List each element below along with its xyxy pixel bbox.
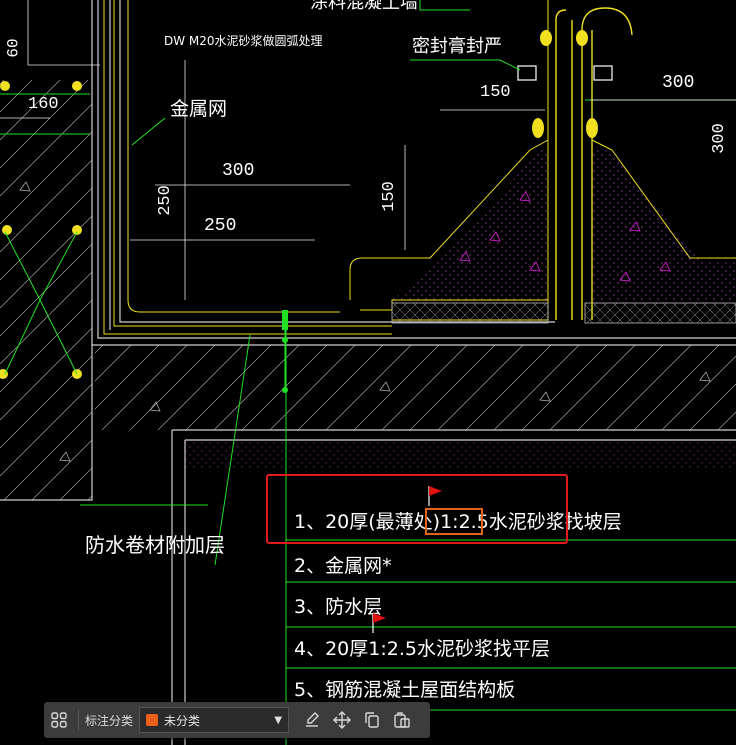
- category-label: 标注分类: [85, 713, 134, 728]
- inner-selection-box[interactable]: [425, 508, 483, 535]
- selection-highlight-box[interactable]: [266, 474, 568, 544]
- screed-fill: [392, 150, 548, 300]
- label-top-partial: 涂料混凝土墙: [310, 0, 418, 13]
- note-2[interactable]: 2、金属网*: [294, 557, 392, 576]
- annotation-toolbar: 标注分类 未分类 ▼: [44, 702, 430, 738]
- insulation-board: [391, 302, 549, 324]
- insulation-board-right: [584, 302, 736, 324]
- dim-300v: 300: [709, 123, 729, 154]
- dim-60: 60: [4, 38, 23, 58]
- label-waterproof-add-layer: 防水卷材附加层: [85, 533, 225, 557]
- toolbar-divider: [78, 709, 79, 731]
- category-color-swatch: [146, 714, 159, 726]
- label-metal-mesh: 金属网: [170, 98, 228, 120]
- note-4[interactable]: 4、20厚1:2.5水泥砂浆找平层: [294, 640, 550, 659]
- edit-icon[interactable]: [297, 705, 327, 735]
- thin-screed-band: [185, 440, 736, 470]
- dim-160: 160: [28, 95, 59, 114]
- dim-150a: 150: [480, 83, 511, 102]
- category-dropdown[interactable]: 未分类 ▼: [139, 707, 290, 733]
- screed-fill-right: [592, 150, 736, 300]
- cad-drawing-canvas[interactable]: [0, 0, 736, 745]
- note-5[interactable]: 5、钢筋混凝土屋面结构板: [294, 681, 515, 700]
- category-value: 未分类: [164, 713, 201, 728]
- dim-300a: 300: [222, 161, 255, 181]
- dim-250v: 250: [155, 185, 175, 216]
- label-dw-note: DW M20水泥砂浆做圆弧处理: [164, 34, 323, 48]
- label-sealant: 密封膏封严: [412, 36, 502, 57]
- grid-icon[interactable]: [44, 705, 74, 735]
- note-3[interactable]: 3、防水层: [294, 598, 382, 617]
- move-icon[interactable]: [327, 705, 357, 735]
- dim-150v: 150: [379, 181, 399, 212]
- chevron-down-icon: ▼: [274, 714, 283, 726]
- paste-icon[interactable]: [387, 705, 417, 735]
- dim-250h: 250: [204, 216, 237, 236]
- flag-marker-icon[interactable]: [428, 486, 442, 506]
- copy-icon[interactable]: [357, 705, 387, 735]
- flag-marker-icon[interactable]: [372, 613, 386, 633]
- dim-300b: 300: [662, 73, 695, 93]
